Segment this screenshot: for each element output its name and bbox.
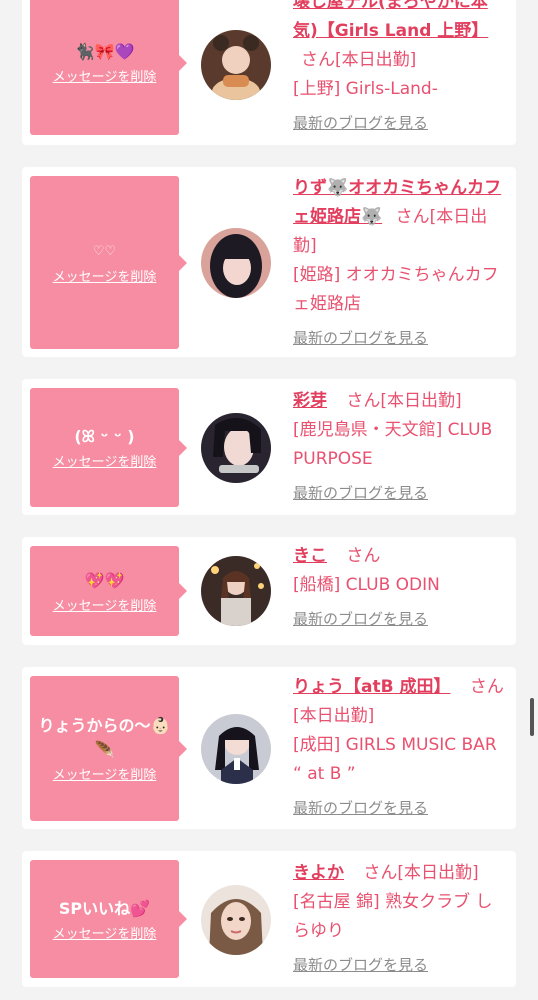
attendance-status: [本日出勤]: [335, 50, 417, 70]
shop-info: [成田] GIRLS MUSIC BAR “ at B ”: [293, 735, 497, 784]
cast-info: 彩芽 さん[本日出勤] [鹿児島県・天文館] CLUB PURPOSE 最新のブ…: [293, 387, 507, 508]
delete-message-link[interactable]: メッセージを削除: [53, 595, 157, 614]
message-text: りょうからの〜👶🏻🪶: [38, 716, 171, 759]
cast-name-link[interactable]: りょう【atB 成田】: [293, 677, 450, 697]
cast-info: きよか さん[本日出勤] [名古屋 錦] 熟女クラブ しらゆり 最新のブログを見…: [293, 859, 507, 980]
shop-info: [船橋] CLUB ODIN: [293, 575, 440, 595]
message-box: (ꕤ ᵕ ᵕ ) メッセージを削除: [30, 388, 187, 507]
message-text: (ꕤ ᵕ ᵕ ): [74, 427, 135, 446]
avatar[interactable]: [201, 413, 271, 483]
cast-name-link[interactable]: 彩芽: [293, 391, 327, 411]
avatar[interactable]: [201, 228, 271, 298]
cast-name-link[interactable]: きこ: [293, 546, 327, 566]
latest-blog-link[interactable]: 最新のブログを見る: [293, 324, 507, 353]
favorite-card: ♡♡ メッセージを削除 りず🐺オオカミちゃんカフェ姫路店🐺 さん[本日出勤] […: [22, 167, 516, 357]
avatar[interactable]: [201, 714, 271, 784]
honorific: さん: [469, 677, 504, 697]
message-box: 💖💖 メッセージを削除: [30, 546, 187, 636]
delete-message-link[interactable]: メッセージを削除: [53, 266, 157, 285]
avatar[interactable]: [201, 556, 271, 626]
scrollbar-thumb[interactable]: [530, 698, 534, 736]
shop-info: [上野] Girls-Land-: [293, 79, 438, 99]
shop-info: [鹿児島県・天文館] CLUB PURPOSE: [293, 420, 493, 469]
attendance-status: [本日出勤]: [293, 706, 375, 726]
cast-name-link[interactable]: 壊し屋テル(まろやかに本気)【Girls Land 上野】: [293, 0, 488, 41]
latest-blog-link[interactable]: 最新のブログを見る: [293, 951, 507, 980]
delete-message-link[interactable]: メッセージを削除: [53, 764, 157, 783]
message-text: ♡♡: [92, 244, 117, 259]
message-box: 🐈‍⬛🎀💜 メッセージを削除: [30, 0, 187, 135]
honorific: さん: [346, 546, 381, 566]
message-box: SPいいね💕 メッセージを削除: [30, 860, 187, 978]
delete-message-link[interactable]: メッセージを削除: [53, 66, 157, 85]
latest-blog-link[interactable]: 最新のブログを見る: [293, 794, 507, 823]
favorite-card: SPいいね💕 メッセージを削除 きよか さん[本日出勤] [名古屋 錦] 熟女ク…: [22, 851, 516, 987]
favorite-card: 🐈‍⬛🎀💜 メッセージを削除 壊し屋テル(まろやかに本気)【Girls Land…: [22, 0, 516, 145]
cast-info: 壊し屋テル(まろやかに本気)【Girls Land 上野】 さん[本日出勤] […: [293, 0, 507, 138]
message-box: りょうからの〜👶🏻🪶 メッセージを削除: [30, 676, 187, 821]
cast-name-link[interactable]: きよか: [293, 863, 344, 883]
latest-blog-link[interactable]: 最新のブログを見る: [293, 109, 507, 138]
message-text: 🐈‍⬛🎀💜: [74, 42, 135, 61]
favorite-card: (ꕤ ᵕ ᵕ ) メッセージを削除 彩芽 さん[本日出勤] [鹿児島県・天文館]…: [22, 379, 516, 515]
cast-info: りず🐺オオカミちゃんカフェ姫路店🐺 さん[本日出勤] [姫路] オオカミちゃんカ…: [293, 174, 507, 353]
favorite-card: 💖💖 メッセージを削除 きこ さん [船橋] CLUB ODIN 最新のブログを…: [22, 537, 516, 645]
shop-info: [姫路] オオカミちゃんカフェ姫路店: [293, 265, 499, 314]
favorite-card: りょうからの〜👶🏻🪶 メッセージを削除 りょう【atB 成田】 さん [本日出勤…: [22, 667, 516, 829]
shop-info: [名古屋 錦] 熟女クラブ しらゆり: [293, 892, 493, 941]
message-text: SPいいね💕: [58, 898, 151, 918]
favorites-list: 🐈‍⬛🎀💜 メッセージを削除 壊し屋テル(まろやかに本気)【Girls Land…: [0, 0, 538, 1000]
attendance-status: [本日出勤]: [380, 391, 462, 411]
attendance-status: [本日出勤]: [397, 863, 479, 883]
latest-blog-link[interactable]: 最新のブログを見る: [293, 479, 507, 508]
latest-blog-link[interactable]: 最新のブログを見る: [293, 605, 507, 634]
delete-message-link[interactable]: メッセージを削除: [53, 451, 157, 470]
honorific: さん: [363, 863, 398, 883]
delete-message-link[interactable]: メッセージを削除: [53, 923, 157, 942]
message-box: ♡♡ メッセージを削除: [30, 176, 187, 349]
cast-info: りょう【atB 成田】 さん [本日出勤] [成田] GIRLS MUSIC B…: [293, 673, 507, 823]
message-text: 💖💖: [84, 570, 125, 590]
cast-info: きこ さん [船橋] CLUB ODIN 最新のブログを見る: [293, 542, 507, 634]
honorific: さん: [395, 207, 430, 227]
honorific: さん: [346, 391, 381, 411]
avatar[interactable]: [201, 885, 271, 955]
avatar[interactable]: [201, 30, 271, 100]
honorific: さん: [301, 50, 335, 70]
